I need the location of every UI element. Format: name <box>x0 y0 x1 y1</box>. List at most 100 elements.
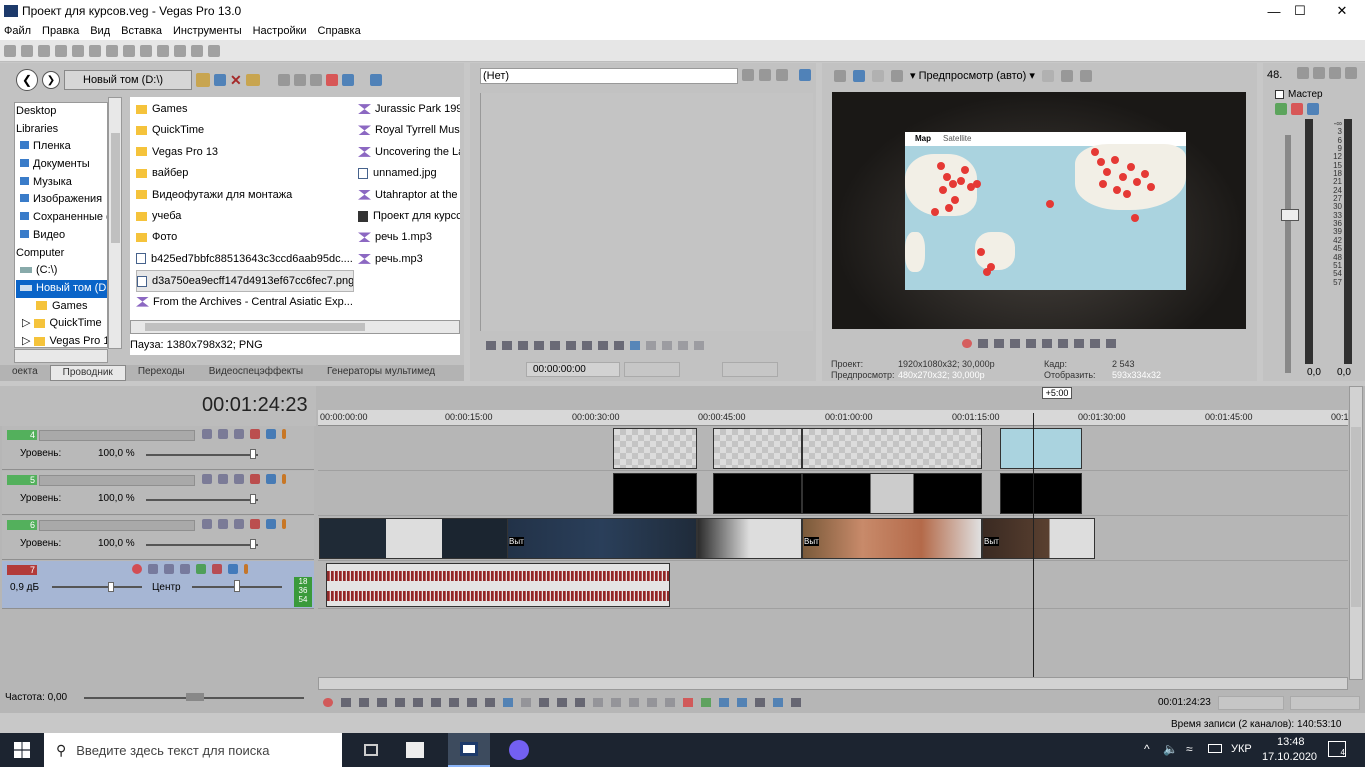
next-icon[interactable] <box>449 698 459 707</box>
split-screen-icon[interactable] <box>891 69 903 82</box>
mark-in-icon[interactable] <box>630 341 640 350</box>
file-item[interactable]: Vegas Pro 13 <box>136 142 354 163</box>
menu-file[interactable]: Файл <box>4 25 31 37</box>
search-icon[interactable] <box>341 74 354 86</box>
clock-date[interactable]: 17.10.2020 <box>1262 751 1317 763</box>
automation-icon[interactable] <box>180 564 190 574</box>
video-clip[interactable] <box>613 428 697 469</box>
file-item-selected[interactable]: d3a750ea9ecff147d4913ef67cc6fec7.png <box>136 270 354 292</box>
region-icon[interactable] <box>701 698 711 707</box>
trimmer-close-icon[interactable] <box>776 69 788 81</box>
tree-item-games[interactable]: Games <box>16 298 107 316</box>
track-header-4[interactable]: 4 Уровень: 100,0 % <box>2 426 314 470</box>
mark-icon[interactable] <box>662 341 672 350</box>
auto-crossfade-icon[interactable] <box>737 698 747 707</box>
maximize-button[interactable]: ☐ <box>1277 0 1323 22</box>
trimmer-dropdown[interactable]: (Нет) <box>480 68 738 84</box>
volume-knob[interactable] <box>108 582 114 592</box>
track-motion-icon[interactable] <box>202 519 212 529</box>
master-icon[interactable] <box>1329 67 1341 79</box>
next-icon[interactable] <box>1074 339 1084 348</box>
master-icon[interactable] <box>1345 67 1357 79</box>
file-item[interactable]: unnamed.jpg <box>358 163 460 184</box>
paste-icon[interactable] <box>140 44 152 57</box>
play-from-start-icon[interactable] <box>502 341 512 350</box>
preview-properties-icon[interactable] <box>834 69 846 82</box>
track-motion-icon[interactable] <box>202 429 212 439</box>
enable-snapping-icon[interactable] <box>191 44 203 57</box>
tree-item-quicktime[interactable]: ▷ QuickTime <box>16 315 107 333</box>
redo-icon[interactable] <box>174 44 186 57</box>
copy-snapshot-icon[interactable] <box>1060 69 1073 82</box>
tab-project-media[interactable]: оекта <box>0 365 50 381</box>
tray-chevron-icon[interactable]: ^ <box>1144 742 1150 756</box>
mute-icon[interactable] <box>266 429 276 439</box>
preview-video[interactable]: Map Satellite <box>832 92 1246 329</box>
master-icon[interactable] <box>1297 67 1309 79</box>
stop-icon[interactable] <box>550 341 560 350</box>
forward-button[interactable]: ❯ <box>42 71 60 89</box>
stop-icon[interactable] <box>413 698 423 707</box>
compositing-icon[interactable] <box>234 519 244 529</box>
viber-icon[interactable] <box>498 733 540 767</box>
step-back-icon[interactable] <box>598 341 608 350</box>
record-icon[interactable] <box>323 698 333 707</box>
network-icon[interactable]: ≈ <box>1186 742 1193 756</box>
solo-icon[interactable] <box>282 519 286 529</box>
tree-item-images[interactable]: Изображения <box>16 191 107 209</box>
settings-icon[interactable] <box>250 519 260 529</box>
track-header-5[interactable]: 5 Уровень: 100,0 % <box>2 471 314 515</box>
pause-icon[interactable] <box>395 698 405 707</box>
refresh-icon[interactable] <box>214 74 226 86</box>
record-icon[interactable] <box>962 339 972 348</box>
track-fx-icon[interactable] <box>218 429 228 439</box>
settings-icon[interactable] <box>250 429 260 439</box>
track-fx-icon[interactable] <box>218 474 228 484</box>
video-clip[interactable] <box>713 473 802 514</box>
track-name-field[interactable] <box>39 475 195 486</box>
mark-icon[interactable] <box>646 341 656 350</box>
volume-slider[interactable] <box>52 586 142 588</box>
solo-icon[interactable] <box>282 429 286 439</box>
tree-item-drive-d[interactable]: Новый том (D:\) <box>16 279 107 298</box>
master-icon[interactable] <box>1313 67 1325 79</box>
trimmer-viewport[interactable] <box>480 93 813 331</box>
file-item[interactable]: Royal Tyrrell Muse <box>358 120 460 141</box>
tree-item-documents[interactable]: Документы <box>16 156 107 174</box>
tree-item-film[interactable]: Пленка <box>16 138 107 156</box>
trimmer-tool-icon[interactable] <box>742 69 754 81</box>
split-icon[interactable] <box>647 698 657 707</box>
next-icon[interactable] <box>582 341 592 350</box>
path-dropdown[interactable]: Новый том (D:\) <box>64 70 192 90</box>
copy-icon[interactable] <box>123 44 135 57</box>
track-motion-icon[interactable] <box>202 474 212 484</box>
video-clip[interactable] <box>713 428 802 469</box>
tree-item-music[interactable]: Музыка <box>16 174 107 192</box>
file-item[interactable]: речь.mp3 <box>358 249 460 270</box>
file-item[interactable]: b425ed7bbfc88513643c3ccd6aab95dc.... <box>136 249 354 270</box>
track-fx-icon[interactable] <box>164 564 174 574</box>
tab-explorer[interactable]: Проводник <box>49 365 126 381</box>
undo-icon[interactable] <box>157 44 169 57</box>
mute-icon[interactable] <box>266 519 276 529</box>
level-slider-knob[interactable] <box>250 539 256 549</box>
play-icon[interactable] <box>1010 339 1020 348</box>
file-item[interactable]: вайбер <box>136 163 354 184</box>
file-item[interactable]: Фото <box>136 227 354 248</box>
snapping-icon[interactable] <box>719 698 729 707</box>
taskbar-search[interactable]: ⚲ Введите здесь текст для поиска <box>44 733 342 767</box>
level-slider-knob[interactable] <box>250 449 256 459</box>
level-slider-knob[interactable] <box>250 494 256 504</box>
audio-clip[interactable] <box>326 563 670 607</box>
notification-icon[interactable]: 4 <box>1328 741 1346 757</box>
new-folder-icon[interactable] <box>245 74 260 86</box>
timeline-hscrollbar[interactable] <box>318 677 1348 690</box>
invert-phase-icon[interactable] <box>148 564 158 574</box>
delete-icon[interactable]: ✕ <box>230 72 242 89</box>
step-forward-icon[interactable] <box>1106 339 1116 348</box>
render-icon[interactable] <box>72 44 84 57</box>
video-clip[interactable] <box>802 473 982 514</box>
stop-icon[interactable] <box>293 74 306 86</box>
tree-item-vegas[interactable]: ▷ Vegas Pro 13 <box>16 333 107 351</box>
video-clip[interactable] <box>802 428 982 469</box>
